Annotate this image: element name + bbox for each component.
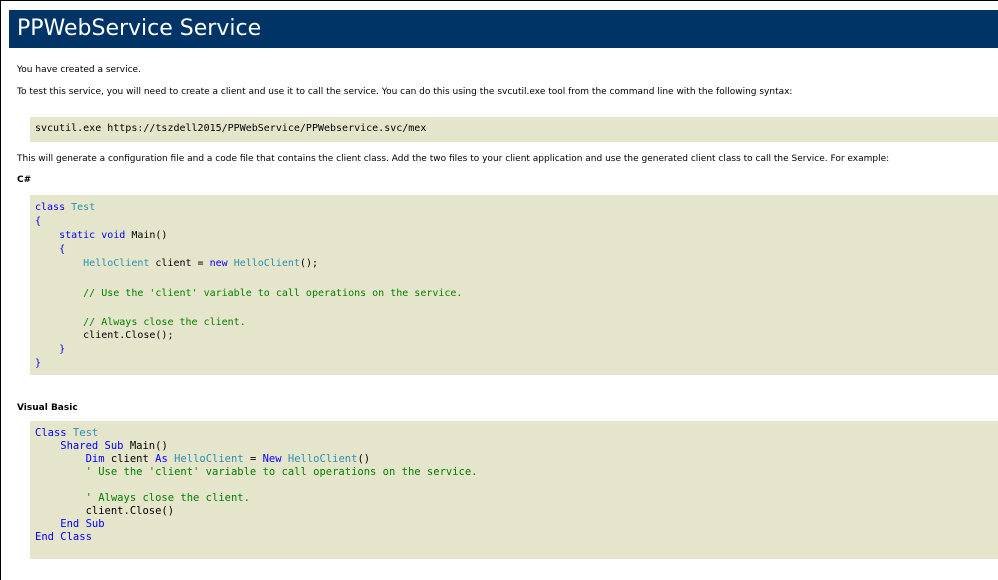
code-line: Shared Sub Main(): [35, 440, 168, 452]
svcutil-command-box: svcutil.exe https://tszdell2015/PPWebSer…: [30, 117, 998, 142]
page-title: PPWebService Service: [17, 16, 262, 41]
code-line: }: [35, 344, 66, 355]
code-line: {: [35, 244, 66, 255]
code-line: Class Test: [35, 427, 99, 439]
code-line: End Sub: [35, 518, 105, 530]
code-line: static void Main(): [35, 230, 168, 241]
code-line: client.Close(): [35, 505, 175, 517]
vb-code-block: Class Test Shared Sub Main() Dim client …: [30, 421, 998, 559]
svcutil-command[interactable]: svcutil.exe https://tszdell2015/PPWebSer…: [35, 122, 426, 136]
csharp-code-block: class Test { static void Main() { HelloC…: [30, 195, 998, 375]
code-line: client.Close();: [35, 330, 174, 341]
instructions-text: To test this service, you will need to c…: [17, 87, 793, 97]
code-line: End Class: [35, 531, 92, 543]
code-comment: // Use the 'client' variable to call ope…: [35, 288, 463, 299]
code-line: }: [35, 358, 42, 369]
generate-note-text: This will generate a configuration file …: [17, 154, 890, 164]
code-line: Dim client As HelloClient = New HelloCli…: [35, 453, 371, 465]
code-line: HelloClient client = new HelloClient();: [35, 258, 318, 269]
code-line: class Test: [35, 202, 96, 213]
page-header: PPWebService Service: [9, 10, 998, 48]
code-comment: ' Always close the client.: [35, 492, 250, 504]
code-comment: ' Use the 'client' variable to call oper…: [35, 466, 478, 478]
csharp-heading: C#: [17, 175, 32, 185]
intro-text: You have created a service.: [17, 65, 141, 75]
vb-heading: Visual Basic: [17, 403, 78, 413]
code-line: {: [35, 216, 42, 227]
code-comment: // Always close the client.: [35, 317, 246, 328]
